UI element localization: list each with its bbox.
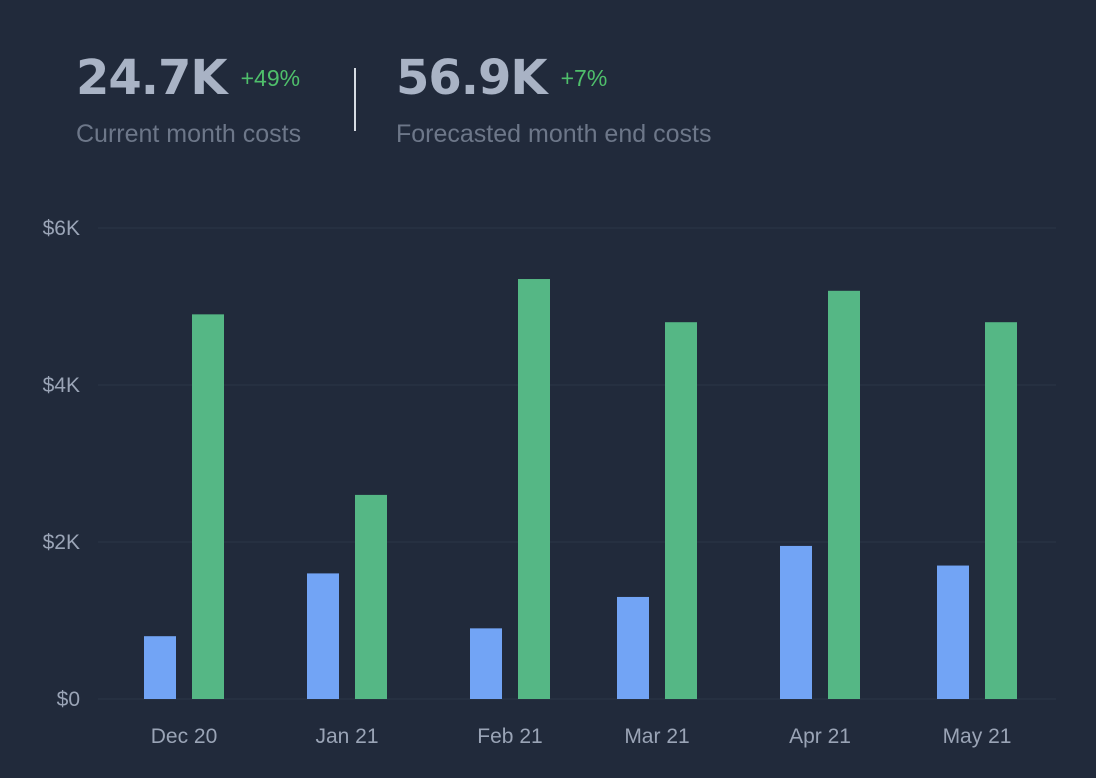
bar-blue-apr-21 xyxy=(780,545,812,699)
y-tick-label: $6K xyxy=(43,217,80,240)
bar-blue-dec-20 xyxy=(144,636,176,699)
x-tick-label: May 21 xyxy=(943,725,1012,748)
chart-bars xyxy=(144,279,1017,699)
bar-green-may-21 xyxy=(985,322,1017,699)
bar-green-apr-21 xyxy=(828,290,860,699)
bar-green-feb-21 xyxy=(518,279,550,699)
x-tick-label: Apr 21 xyxy=(789,725,851,748)
y-axis-ticks: $0 $2K $4K $6K xyxy=(43,217,80,711)
x-axis-ticks: Dec 20 Jan 21 Feb 21 Mar 21 Apr 21 May 21 xyxy=(151,725,1012,748)
bar-blue-feb-21 xyxy=(470,628,502,699)
bar-blue-may-21 xyxy=(937,565,969,699)
x-tick-label: Dec 20 xyxy=(151,725,218,748)
x-tick-label: Jan 21 xyxy=(315,725,378,748)
y-tick-label: $4K xyxy=(43,374,80,397)
bar-green-mar-21 xyxy=(665,322,697,699)
y-tick-label: $0 xyxy=(57,688,80,711)
bar-green-jan-21 xyxy=(355,494,387,699)
x-tick-label: Feb 21 xyxy=(477,725,542,748)
bar-green-dec-20 xyxy=(192,314,224,699)
bar-blue-mar-21 xyxy=(617,596,649,699)
cost-bar-chart: $0 $2K $4K $6K Dec 20 Jan 21 Feb 21 Mar 21 Apr … xyxy=(43,217,1056,748)
chart-gridlines xyxy=(98,227,1056,700)
y-tick-label: $2K xyxy=(43,531,80,554)
bar-blue-jan-21 xyxy=(307,573,339,699)
x-tick-label: Mar 21 xyxy=(624,725,689,748)
